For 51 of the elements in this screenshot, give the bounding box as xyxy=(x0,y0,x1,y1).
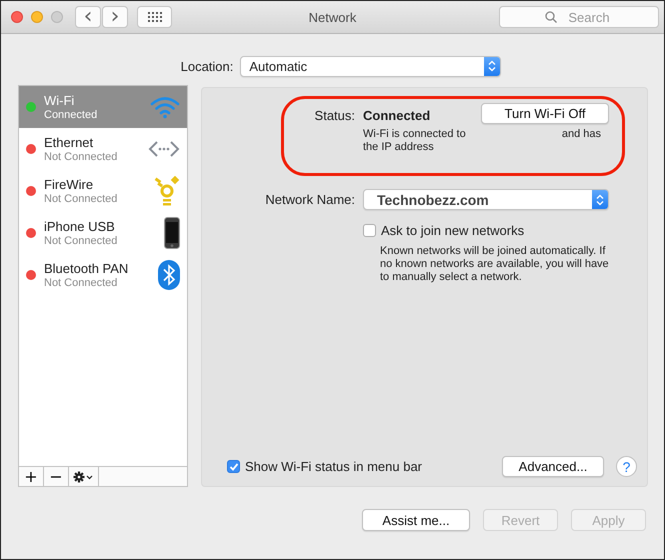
status-detail: the IP address xyxy=(363,141,434,154)
checkbox[interactable] xyxy=(363,224,376,237)
help-button[interactable]: ? xyxy=(616,456,637,477)
location-dropdown[interactable]: Automatic xyxy=(240,56,502,76)
help-text: Known networks will be joined automatically. If no known networks are available, you will have to manually select a network. xyxy=(380,245,610,284)
forward-button[interactable]: › xyxy=(102,6,128,28)
turn-wifi-off-button[interactable]: Turn Wi-Fi Off xyxy=(481,102,609,124)
close-button[interactable] xyxy=(11,11,23,23)
service-status: Not Connected xyxy=(44,276,118,290)
back-button[interactable]: ‹ xyxy=(75,6,101,28)
search-field[interactable]: Search xyxy=(499,6,659,28)
dropdown-arrows-icon xyxy=(484,56,500,76)
service-item[interactable]: iPhone USB Not Connected xyxy=(19,212,187,254)
advanced-button[interactable]: Advanced... xyxy=(502,456,604,477)
service-item[interactable]: Bluetooth PAN Not Connected xyxy=(19,254,187,296)
service-status: Connected xyxy=(44,108,98,122)
status-detail: and has xyxy=(562,128,601,141)
service-status: Not Connected xyxy=(44,150,118,164)
status-label: Status: xyxy=(314,107,355,125)
grid-icon xyxy=(148,12,162,22)
arrows-icon xyxy=(148,140,180,158)
bluetooth-icon xyxy=(158,260,180,290)
location-label: Location: xyxy=(180,58,234,74)
checkbox-label: Show Wi-Fi status in menu bar xyxy=(245,459,422,474)
service-status: Not Connected xyxy=(44,192,118,206)
action-button[interactable]: Assist me... xyxy=(362,509,470,531)
network-name-dropdown[interactable]: Technobezz.com xyxy=(363,189,609,210)
status-detail: Wi-Fi is connected to xyxy=(363,128,466,141)
wifi-icon xyxy=(150,95,180,119)
service-name: Ethernet xyxy=(44,134,94,150)
firewire-icon xyxy=(154,176,180,206)
window-title: Network xyxy=(308,10,358,25)
search-icon xyxy=(545,11,557,23)
network-name-label: Network Name: xyxy=(264,191,355,209)
dropdown-arrows-icon xyxy=(592,190,608,209)
service-status: Not Connected xyxy=(44,234,118,248)
service-name: Wi-Fi xyxy=(44,92,76,108)
service-item[interactable]: Ethernet Not Connected xyxy=(19,128,187,170)
minimize-button[interactable] xyxy=(31,11,43,23)
checkbox-label: Ask to join new networks xyxy=(381,223,524,238)
add-button[interactable]: + xyxy=(19,467,44,486)
service-name: Bluetooth PAN xyxy=(44,260,130,276)
service-name: iPhone USB xyxy=(44,218,116,234)
show-all-button[interactable] xyxy=(137,6,172,28)
phone-icon xyxy=(164,217,180,249)
checkbox[interactable] xyxy=(227,460,240,473)
remove-button[interactable]: − xyxy=(44,467,69,486)
service-name: FireWire xyxy=(44,176,94,192)
gear-icon xyxy=(72,470,94,482)
status-value: Connected xyxy=(363,106,430,122)
service-item[interactable]: FireWire Not Connected xyxy=(19,170,187,212)
